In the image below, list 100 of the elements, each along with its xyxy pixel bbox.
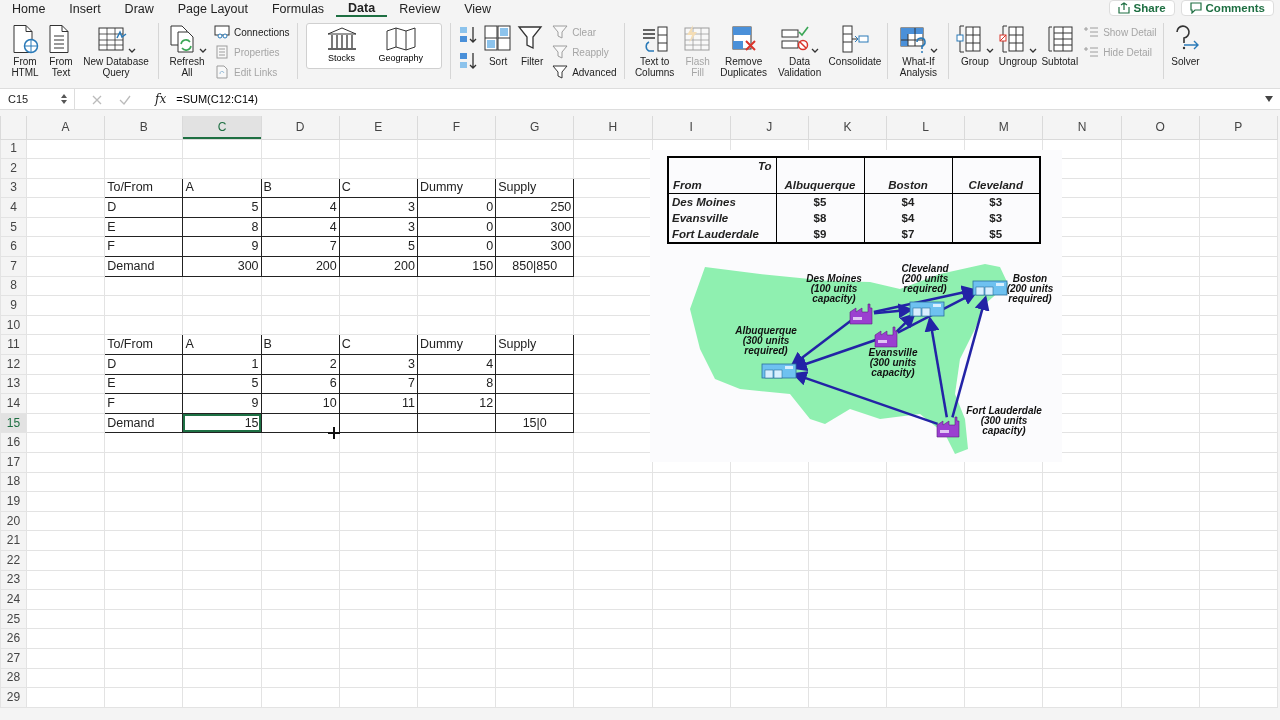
row-header[interactable]: 7 [0, 256, 27, 277]
column-header[interactable]: L [886, 116, 965, 139]
ribbon-tab[interactable]: Formulas [260, 0, 337, 17]
row-header[interactable]: 20 [0, 511, 27, 531]
ribbon-button[interactable]: Connections [214, 23, 290, 41]
ribbon-tab[interactable]: Draw [112, 0, 166, 17]
row-header[interactable]: 19 [0, 491, 27, 512]
table-cell: 300 [495, 236, 574, 257]
column-header[interactable]: P [1199, 116, 1278, 139]
ribbon-button[interactable]: Solver [1168, 23, 1203, 67]
row-header[interactable]: 15 [0, 413, 27, 433]
table-icon [96, 24, 127, 54]
ribbon-button[interactable]: Advanced [552, 63, 617, 81]
row-header[interactable]: 21 [0, 530, 27, 551]
check-icon [119, 93, 131, 106]
row-header[interactable]: 23 [0, 570, 27, 590]
column-header[interactable]: D [261, 116, 340, 139]
name-box[interactable]: C15 [0, 89, 75, 109]
column-header[interactable]: N [1042, 116, 1122, 139]
ribbon-tab[interactable]: View [452, 0, 504, 17]
column-header[interactable]: G [495, 116, 574, 139]
column-header[interactable]: A [26, 116, 105, 139]
table-cell: Demand [104, 256, 183, 277]
row-header[interactable]: 5 [0, 217, 27, 237]
ribbon-button[interactable]: Subtotal [1039, 23, 1081, 67]
column-header[interactable]: C [182, 116, 262, 139]
column-header[interactable]: K [808, 116, 887, 139]
ribbon-tab[interactable]: Home [0, 0, 58, 17]
data-type-button[interactable]: Geography [378, 26, 424, 66]
row-header[interactable]: 24 [0, 589, 27, 610]
ribbon-button[interactable]: New Database Query [78, 23, 154, 78]
row-header[interactable]: 27 [0, 648, 27, 669]
column-header[interactable]: O [1121, 116, 1200, 139]
ribbon-button[interactable]: From HTML [6, 23, 44, 78]
ribbon-button[interactable]: What-If Analysis [892, 23, 945, 78]
ribbon-button[interactable]: Refresh All [163, 23, 211, 78]
ribbon-tab[interactable]: Review [387, 0, 453, 17]
ribbon-button[interactable]: Filter [515, 23, 550, 67]
row-header[interactable]: 6 [0, 236, 27, 257]
formula-bar[interactable]: C15 fx =SUM(C12:C14) [0, 88, 1280, 110]
stepper-icon [60, 93, 68, 105]
table-cell: 4 [417, 354, 496, 375]
column-header[interactable]: H [573, 116, 652, 139]
table-cell: D [104, 197, 183, 218]
ribbon-button[interactable]: Sort [481, 23, 516, 67]
ribbon-button[interactable]: Consolidate [826, 23, 884, 67]
ribbon-tab[interactable]: Insert [57, 0, 113, 17]
column-header[interactable]: I [652, 116, 731, 139]
row-header[interactable]: 18 [0, 472, 27, 492]
row-header[interactable]: 25 [0, 609, 27, 629]
comments-button[interactable]: Comments [1180, 0, 1274, 16]
row-header[interactable]: 4 [0, 197, 27, 218]
row-header[interactable]: 8 [0, 276, 27, 296]
ribbon-button[interactable]: Text to Columns [628, 23, 681, 78]
row-header[interactable]: 11 [0, 334, 27, 355]
row-header[interactable]: 26 [0, 628, 27, 649]
caret-icon [198, 48, 207, 54]
table-cell: 0 [417, 197, 496, 218]
row-header[interactable]: 10 [0, 315, 27, 335]
table-cell: 250 [495, 197, 574, 218]
ribbon-button[interactable]: Group [953, 23, 997, 67]
table-cell: 2 [261, 354, 340, 375]
ribbon-tab[interactable]: Data [336, 0, 388, 17]
row-header[interactable]: 29 [0, 687, 27, 708]
row-header[interactable]: 1 [0, 139, 27, 159]
data-type-button[interactable]: Stocks [324, 26, 359, 66]
row-header[interactable]: 9 [0, 295, 27, 316]
column-header[interactable]: B [104, 116, 183, 139]
share-button[interactable]: Share [1108, 0, 1175, 16]
row-header[interactable]: 16 [0, 432, 27, 453]
detail-icon [1083, 25, 1100, 39]
warehouse-icon [909, 301, 945, 317]
ribbon-button[interactable]: Ungroup [996, 23, 1040, 67]
column-header[interactable]: J [730, 116, 809, 139]
function-label[interactable]: fx [155, 90, 167, 108]
table-cell: Supply [495, 178, 574, 198]
table-cell: 12 [417, 393, 496, 414]
row-header[interactable]: 17 [0, 452, 27, 473]
caret-icon [986, 48, 995, 54]
row-header[interactable]: 13 [0, 374, 27, 394]
column-header[interactable]: M [964, 116, 1043, 139]
table-cell: Demand [104, 413, 183, 433]
row-header[interactable]: 28 [0, 668, 27, 688]
ribbon-tab[interactable]: Page Layout [165, 0, 260, 17]
table-cell: 7 [339, 374, 418, 394]
ribbon-button[interactable]: Remove Duplicates [714, 23, 773, 78]
row-header[interactable]: 22 [0, 550, 27, 571]
row-header[interactable]: 12 [0, 354, 27, 375]
map-label: Evansville (300 units capacity) [867, 348, 919, 378]
row-header[interactable]: 14 [0, 393, 27, 414]
ribbon-button[interactable]: Data Validation [772, 23, 827, 78]
column-header[interactable]: F [417, 116, 496, 139]
column-header[interactable]: E [339, 116, 418, 139]
column-header: Albuquerque [776, 157, 864, 194]
ribbon-button[interactable]: From Text [44, 23, 78, 78]
row-header[interactable]: 3 [0, 178, 27, 198]
table-cell: $5 [776, 193, 864, 210]
caret-icon [127, 48, 136, 54]
warehouse-icon [761, 363, 797, 379]
row-header[interactable]: 2 [0, 158, 27, 179]
